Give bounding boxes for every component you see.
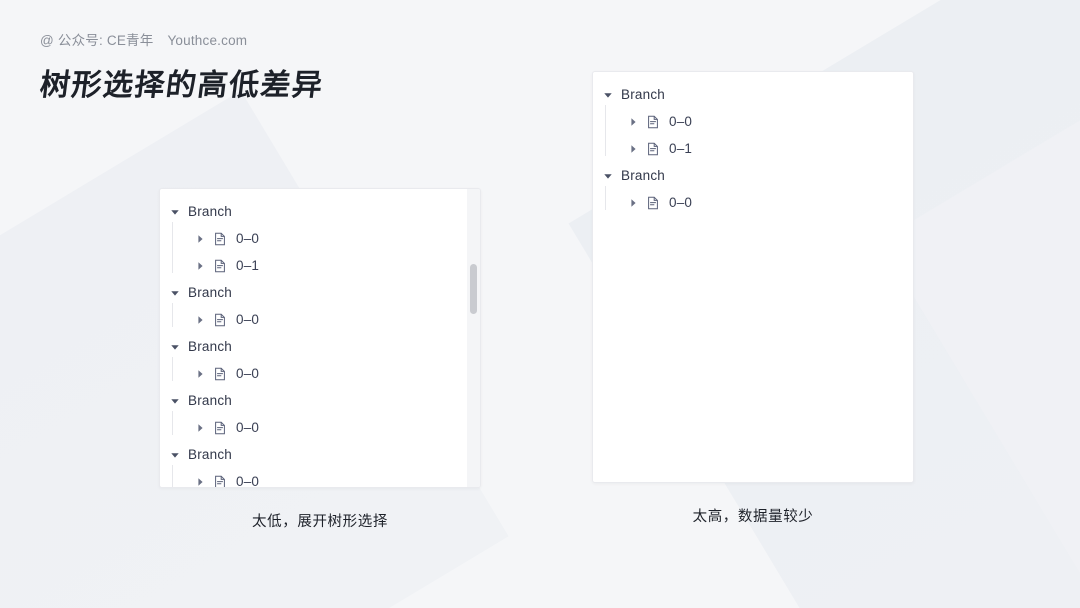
tree-indent-guide (172, 303, 173, 327)
caption-right: 太高，数据量较少 (692, 509, 814, 525)
document-icon (213, 475, 227, 487)
tree-indent-guide (172, 222, 173, 273)
tree-group: Branch 0–0 (160, 387, 480, 441)
document-icon (646, 115, 660, 129)
tree-node-branch[interactable]: Branch (160, 198, 480, 225)
tree-node-label: Branch (188, 203, 232, 219)
tree-node-branch[interactable]: Branch (160, 387, 480, 414)
caret-right-icon[interactable] (626, 196, 640, 210)
figure-right: Branch 0–0 0–1 Branch 0–0 太高，数据量较少 (592, 71, 914, 528)
tree-group: Branch 0–0 (593, 162, 913, 216)
document-icon (213, 421, 227, 435)
figure-left: Branch 0–0 0–1 Branch 0–0 Branch 0–0 Branch 0–0 B… (159, 188, 481, 533)
tree-node-label: Branch (188, 446, 232, 462)
tree-node-label: 0–0 (236, 311, 260, 327)
tree-indent-guide (172, 357, 173, 381)
tree-node-label: 0–0 (236, 230, 260, 246)
caret-down-icon[interactable] (168, 448, 182, 462)
tree-node-label: 0–0 (669, 194, 693, 210)
tree-node-leaf[interactable]: 0–0 (160, 414, 480, 441)
document-icon (646, 142, 660, 156)
tree-node-branch[interactable]: Branch (160, 279, 480, 306)
tree-node-label: 0–0 (236, 365, 260, 381)
tree-node-branch[interactable]: Branch (160, 441, 480, 468)
tree-group: Branch 0–0 0–1 (160, 198, 480, 279)
caret-down-icon[interactable] (601, 169, 615, 183)
tree-node-leaf[interactable]: 0–0 (160, 306, 480, 333)
tree-indent-guide (172, 411, 173, 435)
tree-group: Branch 0–0 (160, 333, 480, 387)
caret-right-icon[interactable] (626, 142, 640, 156)
tree-group: Branch 0–0 (160, 279, 480, 333)
tree-indent-guide (172, 465, 173, 487)
tree-node-leaf[interactable]: 0–1 (160, 252, 480, 279)
document-icon (646, 196, 660, 210)
at-sign-icon: @ (40, 33, 54, 48)
caret-right-icon[interactable] (193, 421, 207, 435)
tree-node-label: Branch (188, 338, 232, 354)
tree-node-label: Branch (188, 284, 232, 300)
caption-left: 太低，展开树形选择 (252, 514, 388, 530)
tree-node-branch[interactable]: Branch (593, 162, 913, 189)
caret-down-icon[interactable] (168, 394, 182, 408)
tree-indent-guide (605, 186, 606, 210)
tree-indent-guide (605, 105, 606, 156)
scrollbar-thumb[interactable] (470, 263, 477, 315)
tree-node-leaf[interactable]: 0–0 (160, 225, 480, 252)
tree-node-label: 0–1 (236, 257, 260, 273)
scrollbar-track[interactable] (467, 189, 480, 487)
byline-account: 公众号: CE青年 (57, 33, 154, 48)
tree-group: Branch 0–0 (160, 441, 480, 488)
caret-right-icon[interactable] (193, 313, 207, 327)
tree-node-label: Branch (188, 392, 232, 408)
tree-node-leaf[interactable]: 0–0 (593, 108, 913, 135)
tree-node-branch[interactable]: Branch (593, 81, 913, 108)
caret-down-icon[interactable] (168, 340, 182, 354)
tree-panel-low[interactable]: Branch 0–0 0–1 Branch 0–0 Branch 0–0 Branch 0–0 B… (159, 188, 481, 488)
tree-node-label: 0–1 (669, 140, 693, 156)
document-icon (213, 313, 227, 327)
caret-right-icon[interactable] (193, 232, 207, 246)
byline: @ 公众号: CE青年 Youthce.com (40, 32, 324, 50)
tree-node-label: 0–0 (669, 113, 693, 129)
page-title: 树形选择的高低差异 (38, 69, 326, 102)
tree-node-leaf[interactable]: 0–1 (593, 135, 913, 162)
document-icon (213, 259, 227, 273)
caret-down-icon[interactable] (601, 88, 615, 102)
caret-down-icon[interactable] (168, 286, 182, 300)
tree-node-leaf[interactable]: 0–0 (160, 468, 480, 488)
tree-node-branch[interactable]: Branch (160, 333, 480, 360)
tree-node-label: Branch (621, 86, 665, 102)
page-header: @ 公众号: CE青年 Youthce.com 树形选择的高低差异 (38, 32, 326, 106)
tree-node-leaf[interactable]: 0–0 (160, 360, 480, 387)
document-icon (213, 232, 227, 246)
caret-down-icon[interactable] (168, 205, 182, 219)
caret-right-icon[interactable] (193, 475, 207, 488)
tree-group: Branch 0–0 0–1 (593, 81, 913, 162)
document-icon (213, 367, 227, 381)
tree-right[interactable]: Branch 0–0 0–1 Branch 0–0 (593, 72, 913, 216)
tree-node-leaf[interactable]: 0–0 (593, 189, 913, 216)
tree-node-label: 0–0 (236, 419, 260, 435)
tree-panel-tall[interactable]: Branch 0–0 0–1 Branch 0–0 (592, 71, 914, 483)
caret-right-icon[interactable] (193, 259, 207, 273)
tree-node-label: 0–0 (236, 473, 260, 488)
tree-node-label: Branch (621, 167, 665, 183)
byline-site: Youthce.com (167, 33, 248, 48)
caret-right-icon[interactable] (626, 115, 640, 129)
tree-left[interactable]: Branch 0–0 0–1 Branch 0–0 Branch 0–0 Branch 0–0 B… (160, 189, 480, 488)
caret-right-icon[interactable] (193, 367, 207, 381)
